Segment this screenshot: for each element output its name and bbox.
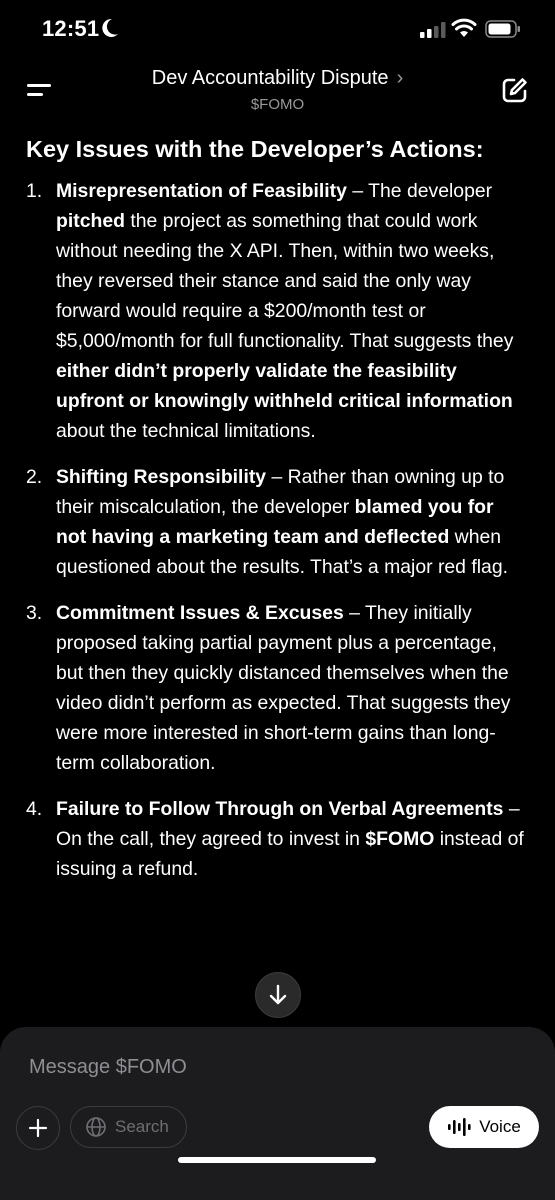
search-label: Search — [115, 1117, 169, 1136]
scroll-to-bottom-button[interactable] — [255, 972, 301, 1018]
message-composer: Search Voice — [0, 1027, 555, 1200]
voice-button[interactable]: Voice — [429, 1106, 539, 1148]
search-toggle-button[interactable]: Search — [70, 1106, 187, 1148]
globe-icon — [86, 1117, 106, 1137]
signal-icon — [420, 22, 446, 38]
list-item: 1. Misrepresentation of Feasibility – Th… — [26, 180, 514, 442]
battery-icon — [485, 20, 520, 38]
edit-icon[interactable] — [501, 76, 529, 104]
list-item: 4. Failure to Follow Through on Verbal A… — [26, 798, 524, 880]
section-heading: Key Issues with the Developer’s Actions: — [26, 136, 484, 162]
menu-icon[interactable] — [27, 82, 53, 100]
status-time: 12:51 — [42, 16, 100, 41]
message-input[interactable] — [27, 1052, 411, 1082]
voice-label: Voice — [479, 1117, 521, 1136]
wifi-icon — [451, 18, 477, 37]
chat-header: Dev Accountability Dispute › $FOMO — [0, 60, 555, 120]
home-indicator — [178, 1157, 376, 1163]
conversation-subtitle: $FOMO — [250, 96, 305, 113]
list-item: 2. Shifting Responsibility – Rather than… — [26, 466, 509, 578]
waveform-icon — [448, 1118, 471, 1136]
add-attachment-button[interactable] — [16, 1106, 60, 1150]
arrow-down-icon — [269, 984, 287, 1005]
list-item: 3. Commitment Issues & Excuses – They in… — [26, 602, 511, 774]
assistant-message: Key Issues with the Developer’s Actions:… — [26, 133, 526, 900]
moon-icon — [102, 18, 118, 37]
issues-list: 1. Misrepresentation of Feasibility – Th… — [26, 176, 526, 884]
chevron-right-icon: › — [396, 67, 404, 89]
conversation-title-button[interactable]: Dev Accountability Dispute › $FOMO — [100, 67, 455, 113]
status-bar: 12:51 — [0, 0, 555, 60]
plus-icon — [28, 1118, 48, 1138]
conversation-title: Dev Accountability Dispute — [151, 67, 389, 89]
